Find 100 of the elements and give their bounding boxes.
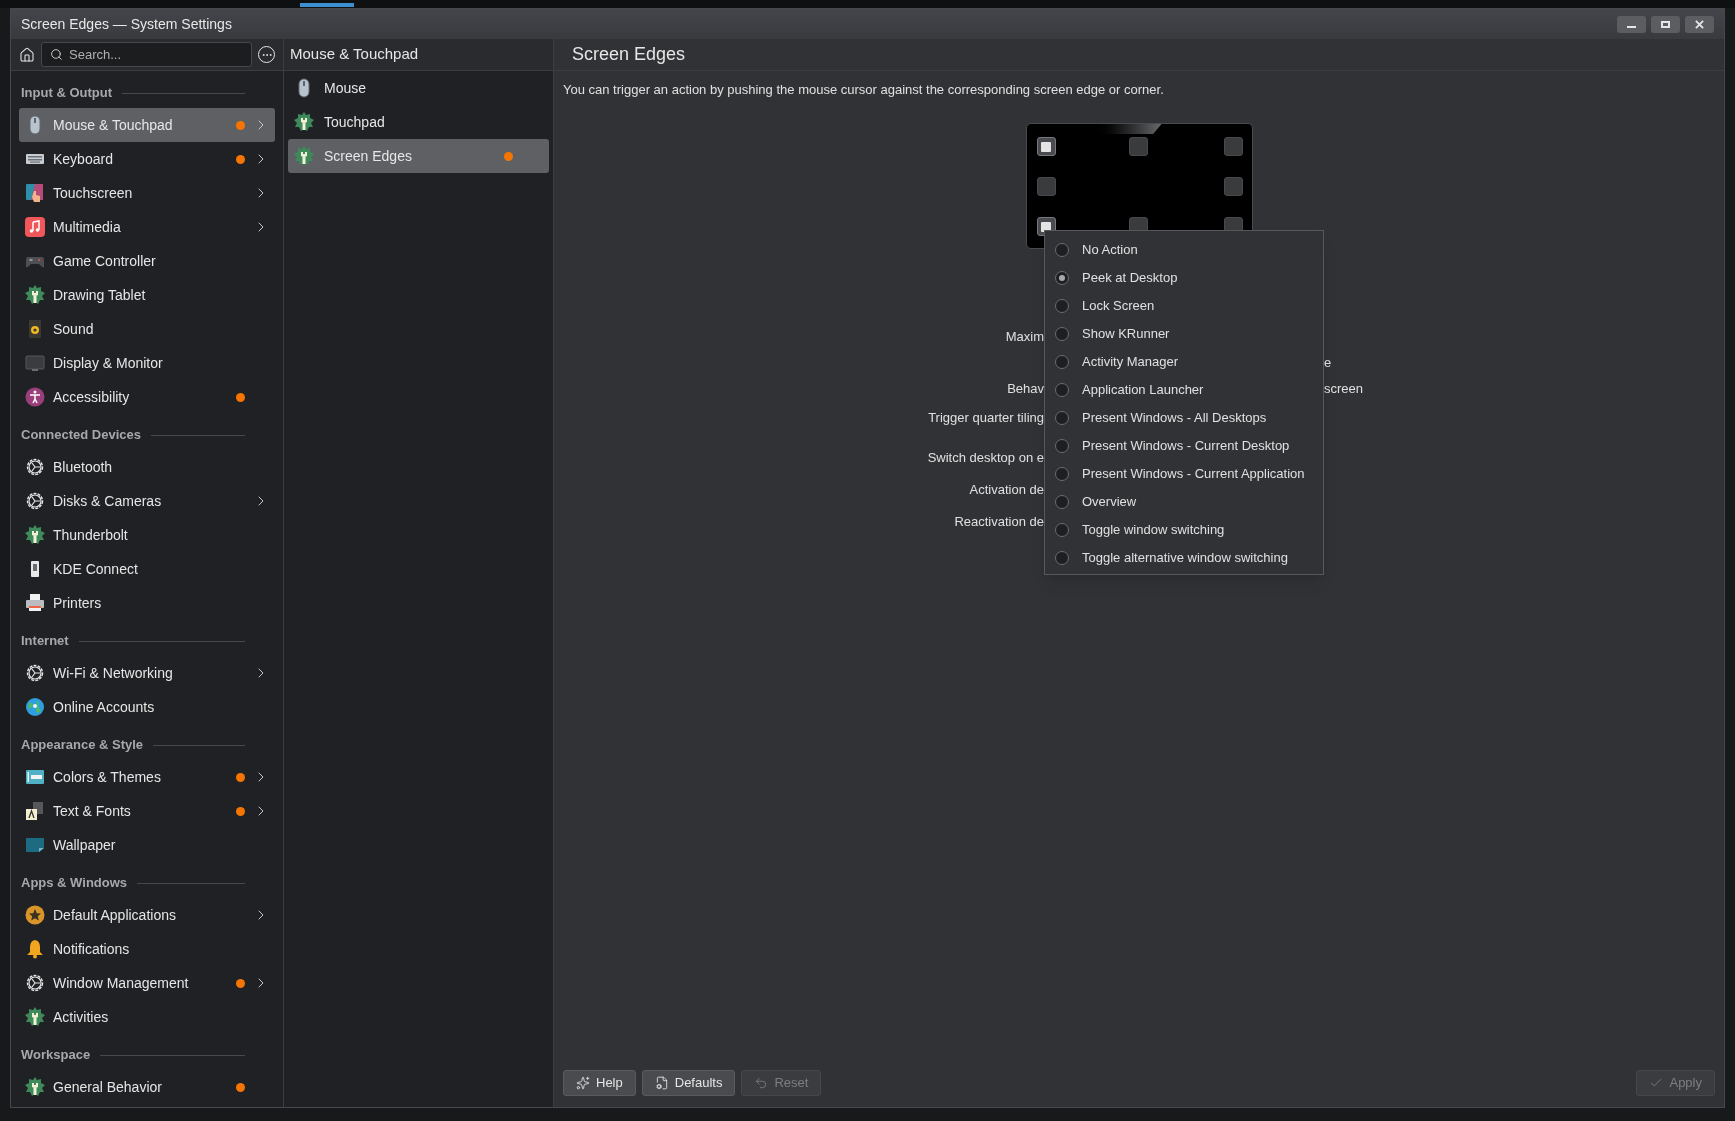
- radio-button[interactable]: [1055, 271, 1069, 285]
- subpanel-item[interactable]: Touchpad: [288, 105, 549, 139]
- item-label: Keyboard: [53, 149, 114, 169]
- radio-button[interactable]: [1055, 299, 1069, 313]
- maximize-button[interactable]: [1651, 15, 1680, 33]
- item-label: Window Management: [53, 973, 190, 993]
- gear-icon: [25, 973, 45, 993]
- item-label: Touchpad: [324, 112, 386, 132]
- menu-item[interactable]: Activity Manager: [1045, 348, 1323, 376]
- footer-button[interactable]: Help: [563, 1070, 636, 1096]
- sidebar-item[interactable]: KDE Connect: [19, 552, 275, 586]
- item-label: Mouse & Touchpad: [53, 115, 174, 135]
- close-button[interactable]: [1685, 15, 1714, 33]
- menu-item[interactable]: Toggle window switching: [1045, 516, 1323, 544]
- sidebar-item[interactable]: Disks & Cameras: [19, 484, 275, 518]
- sidebar-item[interactable]: Colors & Themes: [19, 760, 275, 794]
- sidebar-item[interactable]: Text & Fonts: [19, 794, 275, 828]
- window-title: Screen Edges — System Settings: [21, 14, 232, 34]
- undo-icon: [754, 1076, 769, 1090]
- sidebar-item[interactable]: Keyboard: [19, 142, 275, 176]
- radio-button[interactable]: [1055, 467, 1069, 481]
- edge-toggle[interactable]: [1128, 137, 1148, 156]
- gear-icon: [25, 491, 45, 511]
- item-label: KDE Connect: [53, 559, 139, 579]
- section-heading: Appearance & Style: [21, 736, 144, 754]
- edge-toggle[interactable]: [1223, 137, 1243, 156]
- menu-item[interactable]: Peek at Desktop: [1045, 264, 1323, 292]
- check-icon: [1649, 1076, 1664, 1090]
- radio-button[interactable]: [1055, 495, 1069, 509]
- option-label: e: [1324, 354, 1332, 373]
- menu-item[interactable]: Toggle alternative window switching: [1045, 544, 1323, 572]
- sidebar-item[interactable]: Printers: [19, 586, 275, 620]
- edge-toggle[interactable]: [1036, 137, 1056, 156]
- search-icon: [50, 48, 63, 61]
- sidebar-item[interactable]: Accessibility: [19, 380, 275, 414]
- document-gear-icon: [654, 1076, 669, 1090]
- menu-item[interactable]: Application Launcher: [1045, 376, 1323, 404]
- radio-button[interactable]: [1055, 411, 1069, 425]
- search-field[interactable]: Search...: [41, 42, 252, 67]
- sidebar-item[interactable]: Default Applications: [19, 898, 275, 932]
- section-heading: Connected Devices: [21, 426, 141, 444]
- section-heading: Internet: [21, 632, 69, 650]
- sidebar-item[interactable]: Game Controller: [19, 244, 275, 278]
- option-label: screen: [1324, 380, 1364, 399]
- item-label: Screen Edges: [324, 146, 413, 166]
- form-label: Trigger quarter tiling: [928, 409, 1044, 428]
- sidebar-item[interactable]: Mouse & Touchpad: [19, 108, 275, 142]
- wrench-gear-icon: [25, 1077, 45, 1097]
- radio-button[interactable]: [1055, 383, 1069, 397]
- item-label: Notifications: [53, 939, 131, 959]
- touchscreen-icon: [25, 183, 45, 203]
- sidebar-item[interactable]: Window Management: [19, 966, 275, 1000]
- menu-item[interactable]: No Action: [1045, 236, 1323, 264]
- sidebar-item[interactable]: Wi-Fi & Networking: [19, 656, 275, 690]
- sidebar-item[interactable]: Drawing Tablet: [19, 278, 275, 312]
- item-label: Disks & Cameras: [53, 491, 163, 511]
- sidebar-item[interactable]: Activities: [19, 1000, 275, 1034]
- item-label: General Behavior: [53, 1077, 163, 1097]
- sidebar-item[interactable]: Thunderbolt: [19, 518, 275, 552]
- radio-button[interactable]: [1055, 243, 1069, 257]
- radio-button[interactable]: [1055, 523, 1069, 537]
- sidebar-item[interactable]: Touchscreen: [19, 176, 275, 210]
- sidebar-item[interactable]: Online Accounts: [19, 690, 275, 724]
- sidebar-item[interactable]: Wallpaper: [19, 828, 275, 862]
- form-label: Behav: [1007, 380, 1044, 399]
- sidebar-item[interactable]: Multimedia: [19, 210, 275, 244]
- form-label: Activation de: [969, 481, 1044, 500]
- subpanel-item[interactable]: Mouse: [288, 71, 549, 105]
- edge-toggle[interactable]: [1036, 177, 1056, 196]
- minimize-button[interactable]: [1617, 15, 1646, 33]
- item-label: Online Accounts: [53, 697, 156, 717]
- radio-button[interactable]: [1055, 439, 1069, 453]
- item-label: Printers: [53, 593, 103, 613]
- sidebar-item[interactable]: Notifications: [19, 932, 275, 966]
- footer-button[interactable]: Defaults: [641, 1070, 736, 1096]
- radio-button[interactable]: [1055, 355, 1069, 369]
- sidebar-item[interactable]: Display & Monitor: [19, 346, 275, 380]
- item-label: Touchscreen: [53, 183, 134, 203]
- home-icon[interactable]: [19, 46, 35, 63]
- menu-item[interactable]: Lock Screen: [1045, 292, 1323, 320]
- radio-button[interactable]: [1055, 551, 1069, 565]
- sidebar-item[interactable]: General Behavior: [19, 1070, 275, 1104]
- radio-button[interactable]: [1055, 327, 1069, 341]
- wrench-gear-icon: [25, 1007, 45, 1027]
- printer-icon: [25, 593, 45, 613]
- edge-toggle[interactable]: [1223, 177, 1243, 196]
- item-label: Bluetooth: [53, 457, 114, 477]
- item-label: Wi-Fi & Networking: [53, 663, 174, 683]
- subpanel-item[interactable]: Screen Edges: [288, 139, 549, 173]
- form-label: Switch desktop on e: [927, 449, 1044, 468]
- menu-item[interactable]: Present Windows - Current Application: [1045, 460, 1323, 488]
- sidebar-item[interactable]: Sound: [19, 312, 275, 346]
- close-icon: [1695, 19, 1704, 29]
- form-label: Reactivation de: [954, 513, 1044, 532]
- menu-item[interactable]: Present Windows - Current Desktop: [1045, 432, 1323, 460]
- sidebar-item[interactable]: Bluetooth: [19, 450, 275, 484]
- menu-item[interactable]: Present Windows - All Desktops: [1045, 404, 1323, 432]
- menu-item[interactable]: Overview: [1045, 488, 1323, 516]
- wrench-gear-icon: [25, 285, 45, 305]
- menu-item[interactable]: Show KRunner: [1045, 320, 1323, 348]
